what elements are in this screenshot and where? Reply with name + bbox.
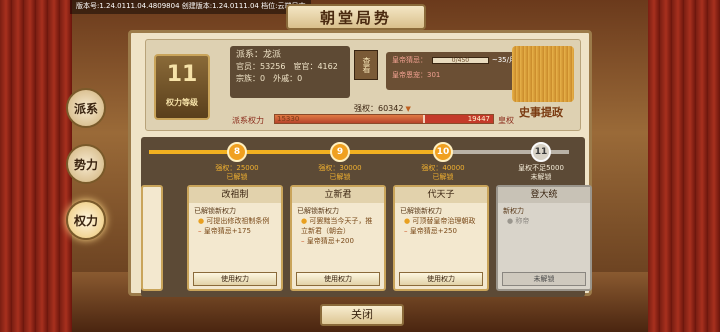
tab-power[interactable]: 权力 <box>66 200 106 240</box>
level-node-11: 11 <box>531 142 551 162</box>
use-power-button[interactable]: 使用权力 <box>399 272 483 286</box>
card-unlock-heading: 已解锁新权力 <box>194 207 236 215</box>
faction-info: 派系：龙派 官员：53256 宦官：4162 宗族：0 外戚：0 <box>230 46 350 98</box>
tab-influence[interactable]: 势力 <box>66 144 106 184</box>
card-effect: – 皇帝猜忌+200 <box>297 236 379 246</box>
suspicion-bar: 0/450 <box>432 56 489 64</box>
favor-label: 皇帝恩宠：301 <box>392 71 441 79</box>
faction-power-value: 15330 <box>277 115 300 123</box>
faction-summary: 11 权力等级 派系：龙派 官员：53256 宦官：4162 宗族：0 外戚：0… <box>145 39 581 131</box>
power-card-regent: 代天子 已解锁新权力 ● 可顶替皇帝治理朝政 – 皇帝猜忌+250 使用权力 <box>393 185 489 291</box>
level-10-status: 已解锁 <box>432 173 454 181</box>
card-description: ● 可罢黜当今天子，推立新君（朝会） <box>297 216 379 236</box>
level-track <box>149 150 569 154</box>
level-caption-9: 强权：30000 已解锁 <box>290 164 390 182</box>
card-effect-text: 皇帝猜忌+175 <box>203 227 251 235</box>
strong-power-value: 强权：60342 <box>354 104 404 113</box>
card-body: 已解锁新权力 ● 可顶替皇帝治理朝政 – 皇帝猜忌+250 <box>395 203 487 239</box>
card-unlock-heading: 已解锁新权力 <box>400 207 442 215</box>
power-card-throne: 登大统 新权力 ● 称帝 未解锁 <box>496 185 592 291</box>
level-8-status: 已解锁 <box>226 173 248 181</box>
tab-power-label: 权力 <box>73 213 98 228</box>
suspicion-label: 皇帝猜忌： <box>392 56 427 64</box>
power-card-change-law: 改祖制 已解锁新权力 ● 可提出修改祖制条例 – 皇帝猜忌+175 使用权力 <box>187 185 283 291</box>
locked-button: 未解锁 <box>502 272 586 286</box>
suspicion-value: 0/450 <box>451 56 470 64</box>
level-8-requirement: 强权：25000 <box>215 164 259 172</box>
card-effect: – 皇帝猜忌+175 <box>194 226 276 236</box>
pointer-icon: ▼ <box>405 104 411 113</box>
card-description: ● 可提出修改祖制条例 <box>194 216 276 226</box>
card-title: 代天子 <box>395 187 487 203</box>
power-levels: 8 强权：25000 已解锁 9 强权：30000 已解锁 10 强权：4000… <box>141 137 592 297</box>
card-effect: – 皇帝猜忌+250 <box>400 226 482 236</box>
level-11-requirement: 皇权不足5000 <box>518 164 564 172</box>
power-card-new-ruler: 立新君 已解锁新权力 ● 可罢黜当今天子，推立新君（朝会） – 皇帝猜忌+200… <box>290 185 386 291</box>
card-description: ● 称帝 <box>503 216 585 226</box>
previous-card-edge <box>141 185 163 291</box>
tab-faction-label: 派系 <box>73 101 98 116</box>
level-node-8: 8 <box>227 142 247 162</box>
faction-power-label: 派系权力 <box>232 116 264 125</box>
close-button[interactable]: 关闭 <box>320 304 404 326</box>
emperor-power-value: 19447 <box>425 115 493 123</box>
card-body: 已解锁新权力 ● 可罢黜当今天子，推立新君（朝会） – 皇帝猜忌+200 <box>292 203 384 249</box>
level-caption-8: 强权：25000 已解锁 <box>187 164 287 182</box>
power-rank-badge: 11 权力等级 <box>154 54 210 120</box>
side-tab-list: 派系 势力 权力 <box>66 88 110 256</box>
card-description: ● 可顶替皇帝治理朝政 <box>400 216 482 226</box>
tab-faction[interactable]: 派系 <box>66 88 106 128</box>
view-seal-button[interactable]: 查看 <box>354 50 378 80</box>
level-9-requirement: 强权：30000 <box>318 164 362 172</box>
book-icon[interactable] <box>512 46 574 102</box>
eunuch-count: 宦官：4162 <box>293 62 338 71</box>
court-situation-panel: 11 权力等级 派系：龙派 官员：53256 宦官：4162 宗族：0 外戚：0… <box>128 30 592 297</box>
card-body: 新权力 ● 称帝 <box>498 203 590 229</box>
card-title: 改祖制 <box>189 187 281 203</box>
use-power-button[interactable]: 使用权力 <box>193 272 277 286</box>
card-description-text: 可罢黜当今天子，推立新君（朝会） <box>301 217 373 235</box>
card-title: 登大统 <box>498 187 590 203</box>
emperor-power-label: 皇权 <box>498 116 514 125</box>
card-effect-text: 皇帝猜忌+200 <box>306 237 354 245</box>
level-9-status: 已解锁 <box>329 173 351 181</box>
card-effect-text: 皇帝猜忌+250 <box>409 227 457 235</box>
level-caption-11: 皇权不足5000 未解锁 <box>491 164 591 182</box>
card-title: 立新君 <box>292 187 384 203</box>
book-label: 史事提政 <box>519 106 563 119</box>
level-node-10: 10 <box>433 142 453 162</box>
page-title: 朝堂局势 <box>286 4 426 30</box>
right-curtain <box>648 0 720 332</box>
clan-count: 宗族：0 <box>236 74 266 83</box>
rank-number: 11 <box>166 62 198 87</box>
faction-name: 派系：龙派 <box>236 50 282 60</box>
version-info: 版本号:1.24.0111.04.4809804 创建版本:1.24.0111.… <box>70 0 312 14</box>
card-unlock-heading: 已解锁新权力 <box>297 207 339 215</box>
card-description-text: 可提出修改祖制条例 <box>206 217 270 225</box>
level-node-9: 9 <box>330 142 350 162</box>
card-unlock-heading: 新权力 <box>503 207 524 215</box>
left-curtain <box>0 0 72 332</box>
level-11-status: 未解锁 <box>530 173 552 181</box>
card-body: 已解锁新权力 ● 可提出修改祖制条例 – 皇帝猜忌+175 <box>189 203 281 239</box>
level-caption-10: 强权：40000 已解锁 <box>393 164 493 182</box>
card-description-text: 称帝 <box>515 217 530 225</box>
power-balance-bar: 15330 19447 <box>274 114 494 124</box>
rank-label: 权力等级 <box>166 97 198 107</box>
level-10-requirement: 强权：40000 <box>421 164 465 172</box>
card-description-text: 可顶替皇帝治理朝政 <box>412 217 476 225</box>
strong-power-indicator: 强权：60342 ▼ <box>354 103 411 114</box>
consort-count: 外戚：0 <box>273 74 303 83</box>
use-power-button[interactable]: 使用权力 <box>296 272 380 286</box>
officials-count: 官员：53256 <box>236 62 286 71</box>
emperor-status: 皇帝猜忌： 0/450 ~35/月 皇帝恩宠：301 <box>386 52 522 90</box>
tab-influence-label: 势力 <box>73 157 98 172</box>
